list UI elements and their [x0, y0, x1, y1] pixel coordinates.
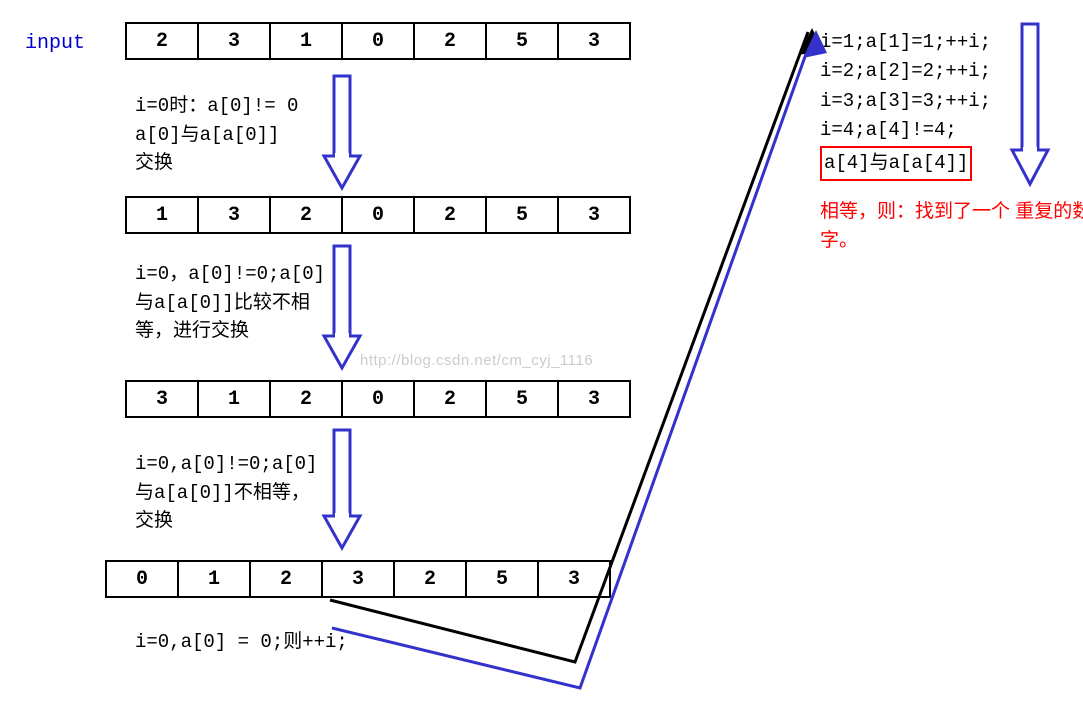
array-cell: 2	[393, 560, 467, 598]
array-cell: 1	[197, 380, 271, 418]
watermark-text: http://blog.csdn.net/cm_cyj_1116	[360, 352, 593, 369]
step-3-text: i=0,a[0]!=0;a[0] 与a[a[0]]不相等， 交换	[135, 450, 317, 536]
array-cell: 2	[413, 380, 487, 418]
step-1-text: i=0时：a[0]!= 0 a[0]与a[a[0]] 交换	[135, 92, 298, 178]
result-text: 相等，则：找到了一个 重复的数字。	[820, 198, 1083, 255]
right-line: i=1;a[1]=1;++i;	[820, 28, 991, 57]
right-line: i=3;a[3]=3;++i;	[820, 87, 991, 116]
array-cell: 0	[341, 196, 415, 234]
array-cell: 3	[197, 196, 271, 234]
array-cell: 2	[249, 560, 323, 598]
array-cell: 1	[125, 196, 199, 234]
arrow-down-icon	[320, 424, 364, 552]
array-cell: 5	[485, 196, 559, 234]
array-row-4: 0 1 2 3 2 5 3	[105, 560, 611, 598]
array-cell: 2	[269, 196, 343, 234]
array-row-3: 3 1 2 0 2 5 3	[125, 380, 631, 418]
arrow-down-icon	[320, 70, 364, 192]
step-2-text: i=0，a[0]!=0;a[0] 与a[a[0]]比较不相 等，进行交换	[135, 260, 325, 346]
array-cell: 0	[341, 380, 415, 418]
arrow-down-icon	[1008, 18, 1052, 188]
array-cell: 2	[125, 22, 199, 60]
array-cell: 2	[269, 380, 343, 418]
array-cell: 3	[197, 22, 271, 60]
array-cell: 1	[269, 22, 343, 60]
input-label: input	[25, 32, 85, 55]
array-cell: 5	[485, 380, 559, 418]
array-cell: 3	[557, 380, 631, 418]
array-cell: 2	[413, 22, 487, 60]
boxed-expression: a[4]与a[a[4]]	[820, 146, 972, 181]
array-cell: 3	[321, 560, 395, 598]
array-cell: 5	[465, 560, 539, 598]
arrow-down-icon	[320, 240, 364, 372]
array-cell: 0	[105, 560, 179, 598]
array-cell: 0	[341, 22, 415, 60]
array-cell: 2	[413, 196, 487, 234]
array-cell: 1	[177, 560, 251, 598]
array-cell: 3	[557, 22, 631, 60]
array-row-1: 2 3 1 0 2 5 3	[125, 22, 631, 60]
array-row-2: 1 3 2 0 2 5 3	[125, 196, 631, 234]
array-cell: 5	[485, 22, 559, 60]
array-cell: 3	[557, 196, 631, 234]
array-cell: 3	[125, 380, 199, 418]
right-line: i=2;a[2]=2;++i;	[820, 57, 991, 86]
right-progression-text: i=1;a[1]=1;++i; i=2;a[2]=2;++i; i=3;a[3]…	[820, 28, 991, 181]
step-4-text: i=0,a[0] = 0;则++i;	[135, 628, 348, 657]
array-cell: 3	[537, 560, 611, 598]
right-line: i=4;a[4]!=4;	[820, 116, 991, 145]
